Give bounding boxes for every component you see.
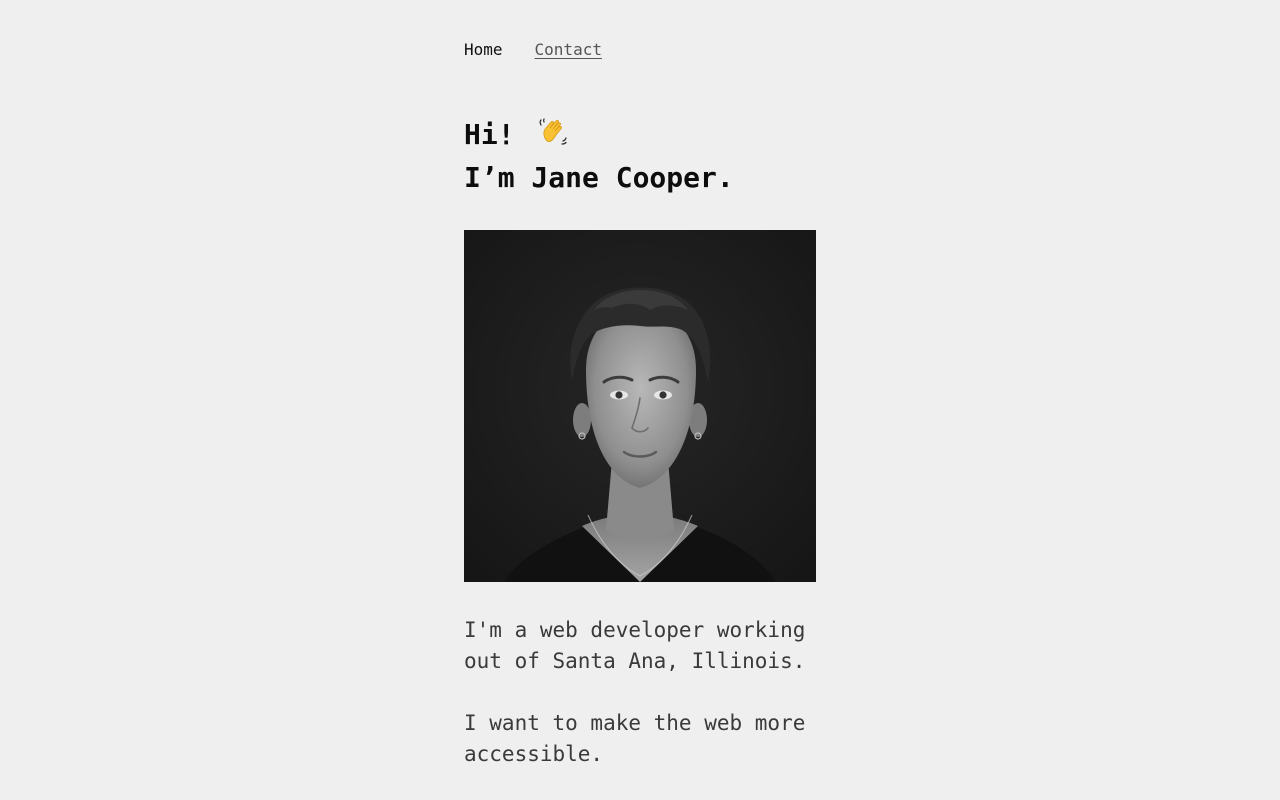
page-title: Hi! I’m Jane Cooper. <box>464 113 734 199</box>
greeting-text: Hi! <box>464 118 515 151</box>
portrait-illustration <box>464 230 816 582</box>
portrait-photo <box>464 230 816 582</box>
bio-paragraph-2: I want to make the web more accessible. <box>464 711 806 766</box>
waving-hand-icon <box>540 118 568 145</box>
name-heading: I’m Jane Cooper. <box>464 161 734 194</box>
top-nav: Home Contact <box>464 38 602 62</box>
bio-paragraph-1: I'm a web developer working out of Santa… <box>464 618 806 673</box>
nav-contact-link[interactable]: Contact <box>535 38 602 62</box>
nav-home-link[interactable]: Home <box>464 38 503 62</box>
